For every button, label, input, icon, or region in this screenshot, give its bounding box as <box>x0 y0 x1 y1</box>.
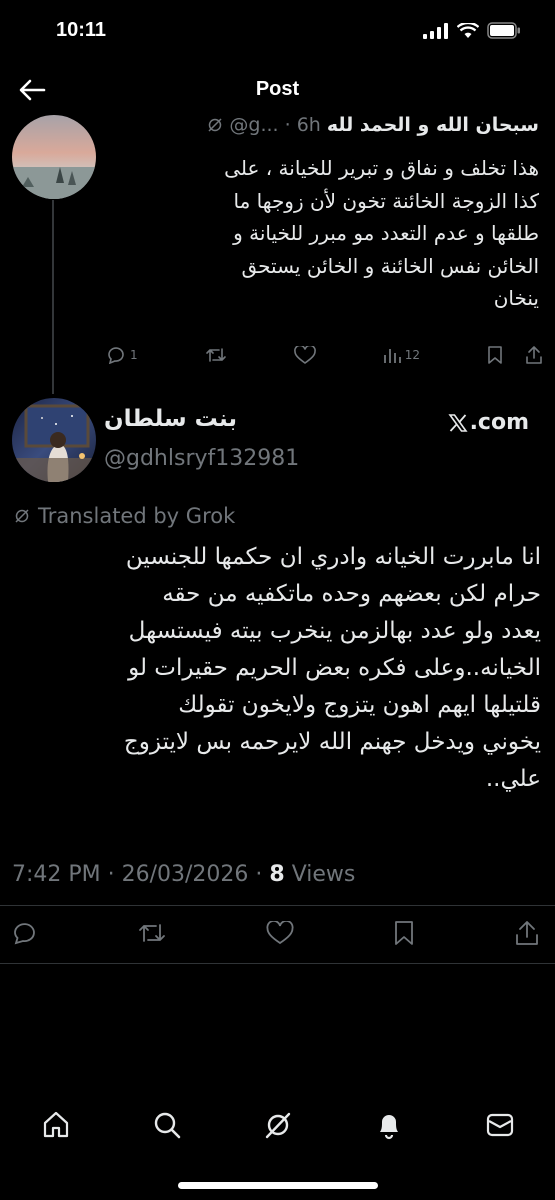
repost-icon <box>205 348 226 362</box>
main-actions <box>12 918 539 948</box>
main-text-line: انا مابررت الخيانه وادري ان حكمها للجنسي… <box>125 544 541 570</box>
parent-handle[interactable]: @g... <box>229 114 278 136</box>
heart-icon <box>293 346 316 364</box>
views-label: Views <box>284 862 356 887</box>
parent-text-line: طلقها و عدم التعدد مو مبرر للخيانة و <box>233 221 539 245</box>
status-icons <box>423 22 521 39</box>
reply-icon <box>108 347 124 364</box>
parent-views-count: 12 <box>404 348 420 362</box>
main-text-line: علي.. <box>485 766 541 792</box>
main-avatar[interactable] <box>12 398 96 482</box>
parent-post-text: هذا تخلف و نفاق و تبرير للخيانة ، على كذ… <box>105 152 539 315</box>
signal-icon <box>423 22 448 39</box>
parent-text-line: ينخان <box>493 286 539 310</box>
bottom-nav <box>0 1100 555 1150</box>
home-indicator <box>178 1182 378 1189</box>
main-display-name[interactable]: بنت سلطان <box>104 406 237 432</box>
divider <box>0 963 555 964</box>
battery-icon <box>487 22 520 39</box>
bookmark-icon[interactable] <box>393 920 415 946</box>
parent-handle-time: @g... · 6h <box>229 114 321 136</box>
post-meta: 7:42 PM · 26/03/2026 · 8 Views <box>12 862 355 887</box>
repost-icon[interactable] <box>138 921 166 945</box>
parent-text-line: كذا الزوجة الخائنة تخون لأن زوجها ما <box>233 188 539 213</box>
reply-icon[interactable] <box>12 921 38 945</box>
grok-nav-icon[interactable] <box>263 1110 293 1140</box>
parent-avatar[interactable] <box>12 115 96 199</box>
views-count: 8 <box>269 862 285 887</box>
source-text: .com <box>469 410 529 435</box>
source-link[interactable]: .com <box>448 410 529 435</box>
grok-icon <box>15 509 29 523</box>
parent-reply-button[interactable]: 1 <box>106 346 138 364</box>
main-text-line: حرام لكن بعضهم وحده ماتكفيه من حقه <box>162 581 541 607</box>
main-post-text: انا مابررت الخيانه وادري ان حكمها للجنسي… <box>12 539 541 798</box>
messages-icon[interactable] <box>485 1110 515 1140</box>
share-icon[interactable] <box>525 345 543 365</box>
parent-display-name[interactable]: سبحان الله و الحمد لله <box>327 114 539 136</box>
translated-label[interactable]: Translated by Grok <box>14 504 235 528</box>
parent-views-button[interactable]: 12 <box>383 346 420 364</box>
wifi-icon <box>457 22 479 38</box>
translated-text: Translated by Grok <box>38 504 236 528</box>
parent-repost-button[interactable] <box>205 346 227 364</box>
parent-reply-count: 1 <box>130 348 138 362</box>
main-text-line: يخوني ويدخل جهنم الله لايرحمه بس لايتزوج <box>123 729 541 755</box>
search-icon[interactable] <box>152 1110 182 1140</box>
grok-icon <box>208 118 222 132</box>
bookmark-icon[interactable] <box>487 346 503 364</box>
views-icon <box>383 349 401 363</box>
main-text-line: قلتيلها ايهم اهون يتزوج ولايخون تقولك <box>178 692 541 718</box>
status-time: 10:11 <box>56 19 107 41</box>
page-title: Post <box>255 78 300 100</box>
main-text-line: يعدد ولو عدد بهالزمن ينخرب بيته فيستسهل <box>128 618 541 644</box>
divider <box>0 905 555 906</box>
parent-text-line: الخائن نفس الخائنة و الخائن يستحق <box>241 253 539 278</box>
main-text-line: الخيانه..وعلى فكره بعض الحريم حقيرات لو <box>128 655 541 681</box>
heart-icon[interactable] <box>266 921 294 945</box>
parent-actions: 1 12 <box>106 343 543 367</box>
parent-text-line: هذا تخلف و نفاق و تبرير للخيانة ، على <box>224 156 539 180</box>
parent-like-button[interactable] <box>293 346 316 364</box>
thread-line <box>52 200 54 394</box>
post-timestamp[interactable]: 7:42 PM · 26/03/2026 · <box>12 862 269 887</box>
x-logo-icon <box>448 413 468 432</box>
notifications-icon[interactable] <box>374 1110 404 1140</box>
home-icon[interactable] <box>41 1110 71 1140</box>
main-handle[interactable]: @gdhlsryf132981 <box>104 446 299 471</box>
parent-time[interactable]: 6h <box>297 114 321 136</box>
parent-post-header: سبحان الله و الحمد لله @g... · 6h <box>105 114 539 136</box>
share-icon[interactable] <box>515 920 539 946</box>
